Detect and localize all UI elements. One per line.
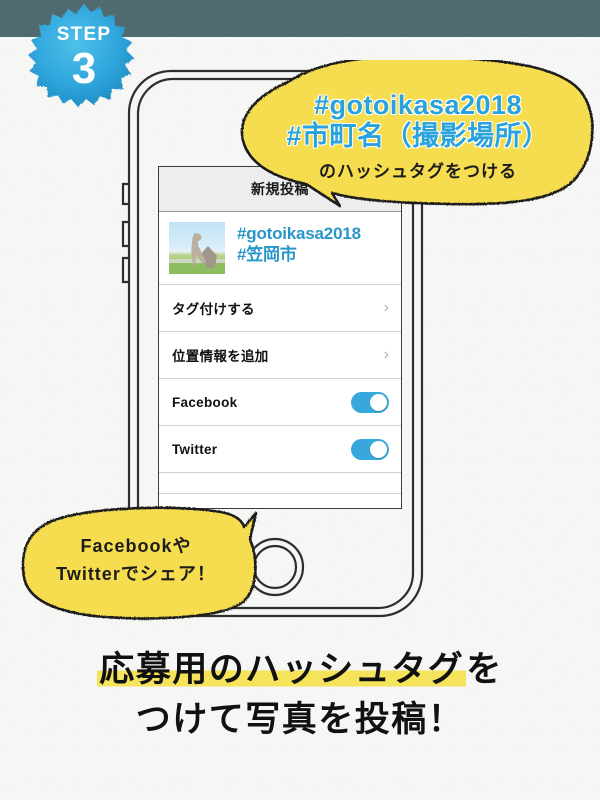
chevron-right-icon: › (383, 346, 389, 363)
thumbnail-horizon (169, 259, 225, 263)
phone-screen: 新規投稿 #gotoikasa2018 #笠岡市 タグ付けする › 位置情報を追… (158, 166, 402, 509)
facebook-label: Facebook (172, 394, 238, 410)
speech-bubble-shape-icon (240, 60, 594, 208)
facebook-share-row[interactable]: Facebook (159, 379, 401, 426)
step-badge: STEP 3 (25, 2, 143, 114)
starburst-badge-icon (28, 4, 134, 107)
caption-row[interactable]: #gotoikasa2018 #笠岡市 (159, 212, 401, 285)
toggle-knob-icon (370, 440, 387, 458)
tag-people-row[interactable]: タグ付けする › (159, 285, 401, 332)
bottom-speech-bubble: Facebookや Twitterでシェア！ (18, 505, 270, 625)
bottom-caption-line-1-tail: を (466, 650, 503, 689)
top-speech-bubble: #gotoikasa2018 #市町名（撮影場所） のハッシュタグをつける (236, 60, 600, 208)
bottom-caption-line-1: 応募用のハッシュタグを (0, 645, 600, 695)
thumbnail-ground (169, 263, 225, 274)
twitter-label: Twitter (172, 441, 218, 457)
toggle-knob-icon (370, 393, 387, 411)
caption-line-2: #笠岡市 (237, 244, 297, 264)
caption-text[interactable]: #gotoikasa2018 #笠岡市 (225, 222, 361, 274)
caption-line-1: #gotoikasa2018 (237, 224, 361, 243)
speech-bubble-shape-icon (21, 506, 258, 620)
add-location-row[interactable]: 位置情報を追加 › (159, 332, 401, 379)
chevron-right-icon: › (383, 299, 389, 316)
dinosaur-statue-photo-thumbnail[interactable] (169, 222, 225, 274)
add-location-label: 位置情報を追加 (172, 349, 269, 364)
bottom-caption-highlight: 応募用のハッシュタグ (97, 650, 467, 689)
twitter-toggle[interactable] (351, 438, 389, 460)
bottom-caption: 応募用のハッシュタグを つけて写真を投稿！ (0, 645, 600, 744)
twitter-share-row[interactable]: Twitter (159, 426, 401, 473)
facebook-toggle[interactable] (351, 391, 389, 413)
tag-people-label: タグ付けする (172, 302, 255, 317)
list-bottom-filler (159, 473, 401, 494)
bottom-caption-line-2: つけて写真を投稿！ (135, 699, 465, 739)
